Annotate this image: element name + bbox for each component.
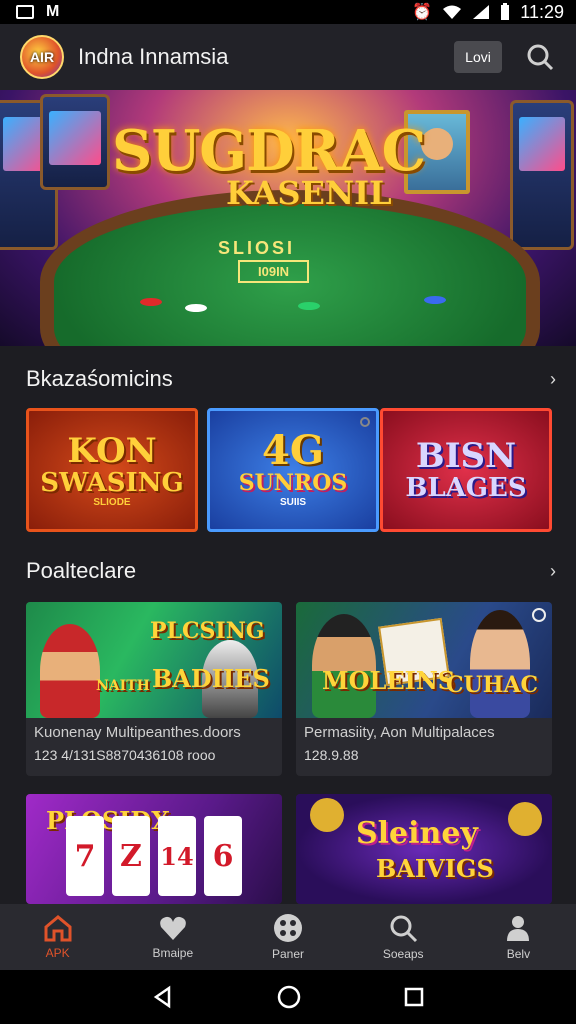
table-felt-text: SLIOSI [218, 238, 296, 258]
back-icon[interactable] [151, 985, 175, 1009]
tile-subtitle: BLAGES [405, 473, 527, 503]
clock-time: 11:29 [520, 1, 564, 22]
chevron-right-icon[interactable]: › [550, 561, 556, 582]
nav-label: Soeaps [382, 947, 424, 961]
app-bar: AIR Indna Innamsia Lovi [0, 24, 576, 90]
home-icon [44, 915, 72, 942]
coin-image [508, 802, 542, 836]
chip-stack-image [140, 298, 162, 306]
nav-label: Bmaipe [152, 946, 194, 960]
game-card-name: Permasiity, Aon Multipalaces [304, 724, 495, 741]
game-tile[interactable]: 4G SUNROS SUIIS [207, 408, 379, 532]
gallery-notification-icon [16, 5, 34, 19]
game-card-number: 123 4/131S8870436108 rooo [34, 747, 216, 763]
game-card[interactable]: MOLEINS CUHAC Permasiity, Aon Multipalac… [296, 602, 552, 776]
nav-item-home[interactable]: APK [0, 904, 115, 970]
gmail-notification-icon: M [46, 3, 60, 20]
search-icon [390, 915, 418, 943]
slot-machine-image [510, 100, 574, 250]
character-image [40, 624, 100, 718]
game-card-image: Sleiney BAIVIGS [296, 794, 552, 904]
chip-stack-image [185, 304, 207, 312]
card-art-subtitle: BADIIES [152, 664, 270, 693]
tile-subtitle: SWASING [40, 467, 184, 498]
slot-reel: 14 [158, 816, 196, 896]
tile-title: KON [67, 430, 157, 471]
card-art-title: MOLEINS [322, 666, 456, 695]
nav-item-profile[interactable]: Belv [461, 904, 576, 970]
section-title: Bkazaśomicins [26, 366, 173, 391]
section-header[interactable]: Poalteclare › [26, 558, 556, 584]
game-card-image: PLOSIDX 7 Z 14 6 [26, 794, 282, 904]
bottom-navigation: APK Bmaipe Paner Soeaps Belv [0, 904, 576, 970]
slot-reel: Z [112, 816, 150, 896]
search-button[interactable] [524, 41, 556, 73]
battery-icon [501, 3, 510, 20]
game-card-name: Kuonenay Multipeanthes.doors [34, 724, 241, 741]
game-card[interactable]: PLCSING BADIIES NAITH Kuonenay Multipean… [26, 602, 282, 776]
coin-image [310, 798, 344, 832]
game-card-number: 128.9.88 [304, 747, 359, 763]
signal-icon [473, 5, 490, 19]
section-header[interactable]: Bkazaśomicins › [26, 366, 556, 392]
alarm-icon: ⏰ [412, 4, 433, 21]
tile-caption: SLIODE [93, 496, 131, 508]
status-bar: M ⏰ 11:29 [0, 0, 576, 24]
user-icon [507, 916, 530, 941]
card-art-title: PLCSING [150, 618, 265, 644]
chevron-right-icon[interactable]: › [550, 369, 556, 390]
game-tile[interactable]: BISN BLAGES [380, 408, 552, 532]
chip-stack-image [424, 296, 446, 304]
game-card-image: PLCSING BADIIES NAITH [26, 602, 282, 718]
search-icon [527, 44, 554, 71]
nav-item-games[interactable]: Paner [230, 904, 345, 970]
recents-icon[interactable] [403, 986, 425, 1008]
nav-item-search[interactable]: Soeaps [346, 904, 461, 970]
card-art-title: Sleiney [356, 816, 478, 851]
info-icon[interactable] [532, 608, 546, 622]
nav-label: Paner [271, 947, 305, 961]
card-art-title: PLOSIDX [46, 806, 170, 835]
tile-title: BISN [415, 436, 517, 476]
home-circle-icon[interactable] [276, 984, 302, 1010]
heart-icon [159, 916, 186, 940]
tile-title: 4G [262, 426, 324, 474]
game-card-image: MOLEINS CUHAC [296, 602, 552, 718]
section-title: Poalteclare [26, 558, 137, 583]
card-art-tag: NAITH [96, 678, 150, 694]
card-art-subtitle: CUHAC [446, 672, 539, 698]
game-card[interactable]: PLOSIDX 7 Z 14 6 [26, 794, 282, 904]
tile-caption: SUIIS [279, 496, 307, 508]
character-image [470, 610, 530, 718]
game-tile[interactable]: KON SWASING SLIODE [26, 408, 198, 532]
slot-reel: 6 [204, 816, 242, 896]
app-title: Indna Innamsia [78, 44, 229, 69]
nav-label: Belv [506, 947, 531, 961]
system-navigation-bar [0, 970, 576, 1024]
hero-subtitle: KASENIL [226, 174, 392, 212]
wifi-icon [443, 5, 462, 19]
game-card[interactable]: Sleiney BAIVIGS [296, 794, 552, 904]
badge-dot [360, 417, 370, 427]
chip-stack-image [298, 302, 320, 310]
grid-icon [274, 914, 302, 942]
tile-subtitle: SUNROS [238, 469, 348, 496]
app-logo[interactable]: AIR [20, 35, 64, 79]
logo-text: AIR [29, 49, 55, 65]
card-art-subtitle: BAIVIGS [376, 854, 494, 883]
hero-banner[interactable]: SUGDRAC KASENIL SLIOSI I09IN [0, 90, 576, 346]
nav-label: APK [45, 946, 70, 960]
slot-reel: 7 [66, 816, 104, 896]
slot-machine-image [40, 94, 110, 190]
login-button[interactable]: Lovi [454, 41, 502, 73]
nav-item-favorites[interactable]: Bmaipe [115, 904, 230, 970]
table-felt-box: I09IN [238, 260, 310, 283]
